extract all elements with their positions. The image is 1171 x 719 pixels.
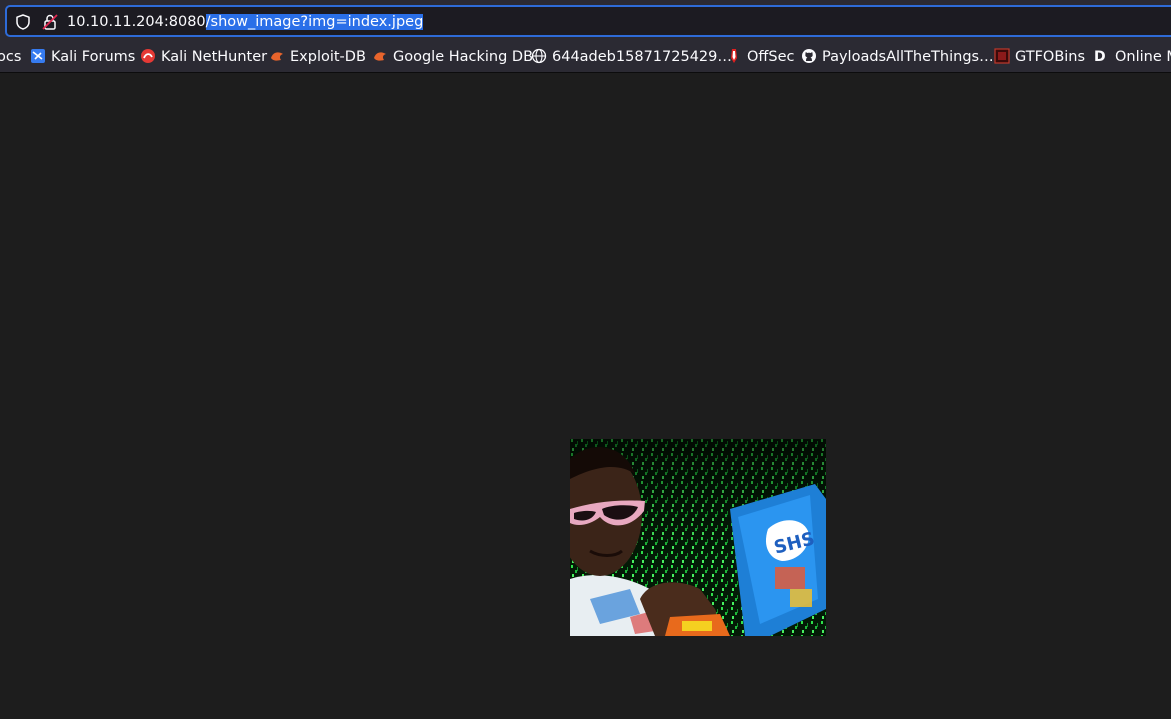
bookmark-label: OffSec [747,49,795,65]
bookmark-label: Kali Forums [51,49,136,65]
address-bar[interactable]: 10.10.11.204:8080/show_image?img=index.j… [5,5,1171,37]
bookmark-label: Kali NetHunter [161,49,268,65]
url-text[interactable]: 10.10.11.204:8080/show_image?img=index.j… [67,12,424,32]
page-content: SHS [0,73,1171,719]
bookmark-label: Google Hacking DB [393,49,534,65]
bookmark-label: Online M [1115,49,1171,65]
bookmark-offsec[interactable]: OffSec [726,47,795,67]
bookmark-label: Exploit-DB [290,49,366,65]
kali-nethunter-icon [141,49,155,63]
bookmark-payloadsallthethings[interactable]: PayloadsAllTheThings… [801,47,994,67]
index-jpeg-picture: SHS [570,439,826,636]
globe-icon [531,48,547,64]
bookmark-label: PayloadsAllTheThings… [822,49,994,65]
bookmark-label: ocs [0,49,22,65]
browser-toolbar: 10.10.11.204:8080/show_image?img=index.j… [0,0,1171,41]
bookmark-gtfobins[interactable]: GTFOBins [994,47,1085,67]
bookmark-kali-nethunter[interactable]: Kali NetHunter [140,47,267,67]
bookmarks-toolbar: ocs Kali Forums Kali NetHunter Exploit-D… [0,41,1171,73]
insecure-lock-icon[interactable] [41,13,59,31]
bookmark-644adeb[interactable]: 644adeb15871725429… [531,47,732,67]
bookmark-label: 644adeb15871725429… [552,49,732,65]
kali-forums-icon [31,49,45,63]
offsec-icon [731,49,737,63]
bookmark-online-m[interactable]: D Online M [1094,47,1171,67]
github-icon [802,49,816,63]
tracking-protection-shield-icon[interactable] [14,13,32,31]
bookmark-exploit-db[interactable]: Exploit-DB [269,47,366,67]
d-letter-icon: D [1094,49,1106,65]
bookmark-label: GTFOBins [1015,49,1086,65]
displayed-image: SHS [570,439,826,636]
url-path-selected: /show_image?img=index.jpeg [205,14,424,30]
gtfobins-icon [994,48,1010,64]
bookmark-kali-docs[interactable]: ocs [0,47,21,67]
url-host: 10.10.11.204:8080 [67,14,206,30]
bookmark-kali-forums[interactable]: Kali Forums [30,47,135,67]
ghdb-icon [374,52,386,61]
bookmark-google-hacking-db[interactable]: Google Hacking DB [372,47,533,67]
exploit-db-icon [271,52,283,61]
